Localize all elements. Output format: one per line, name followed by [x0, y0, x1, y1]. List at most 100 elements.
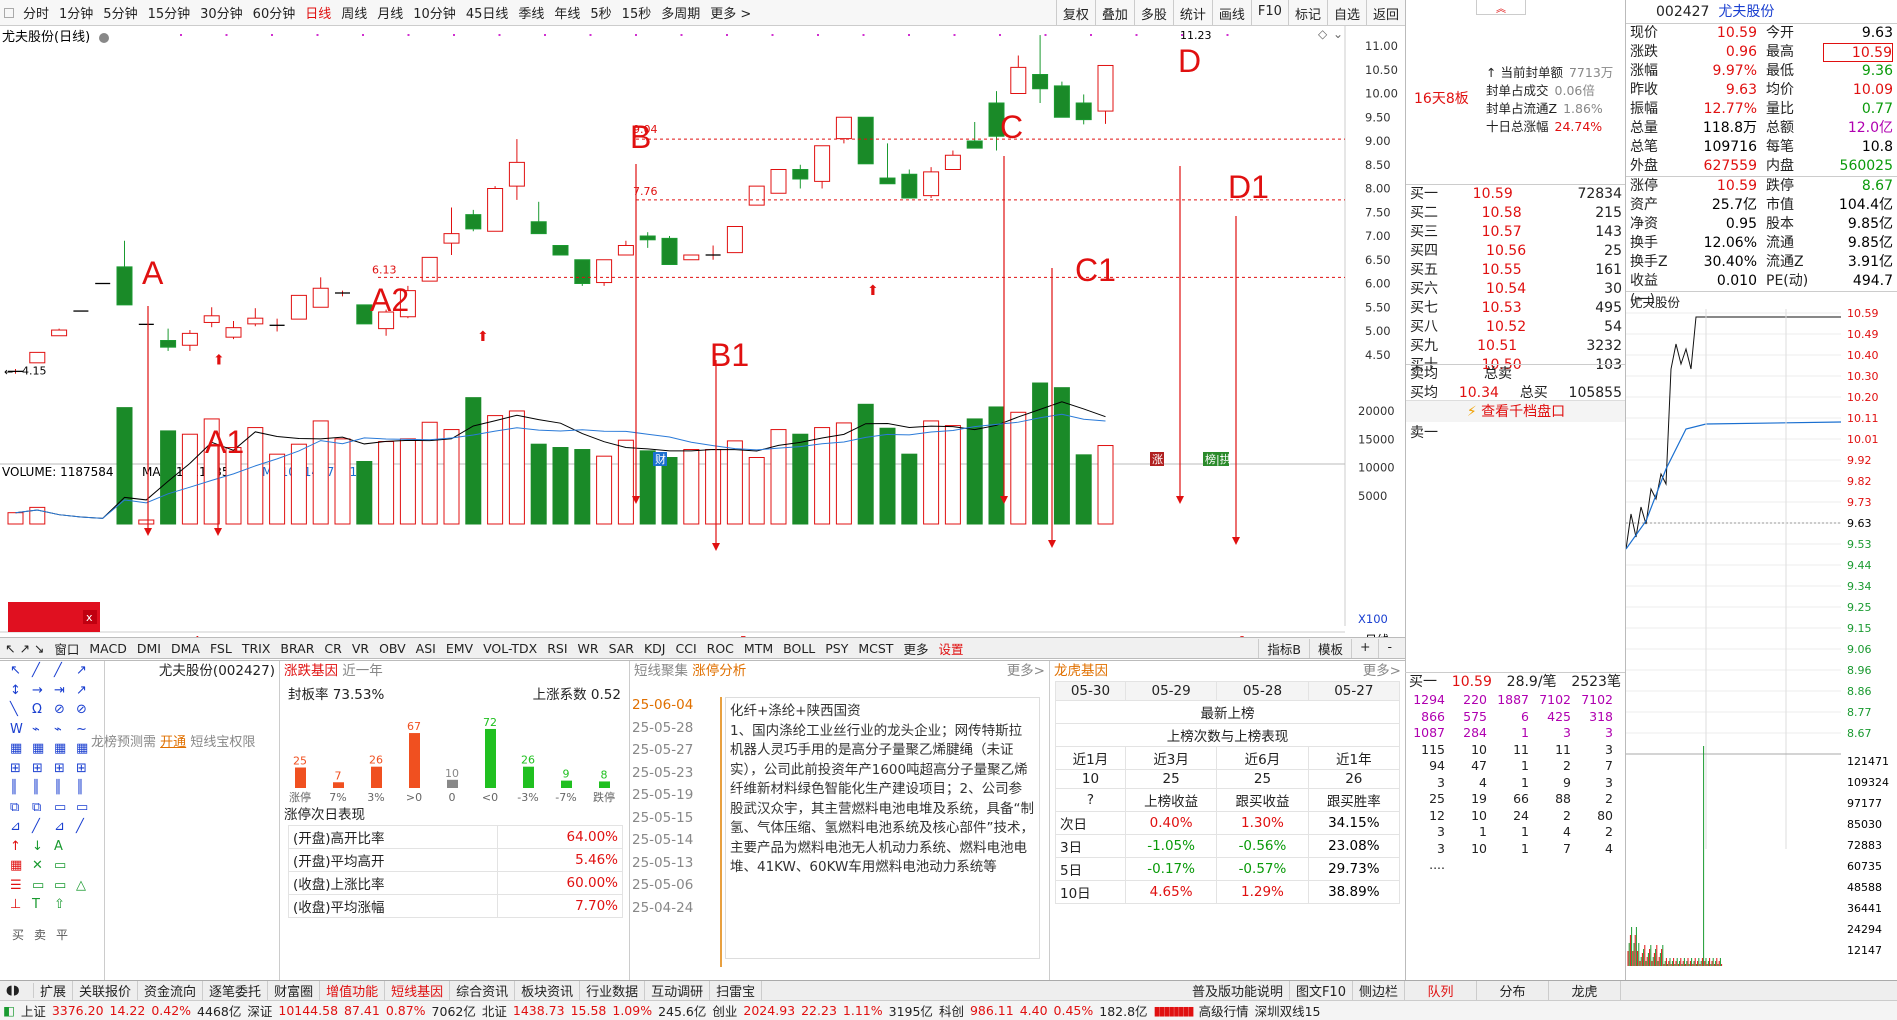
- period-3[interactable]: 15分钟: [143, 3, 196, 22]
- period-10[interactable]: 45日线: [461, 3, 514, 22]
- date-item[interactable]: 25-05-14: [632, 832, 712, 855]
- bottom-right-2[interactable]: 侧边栏: [1353, 981, 1405, 1000]
- ind-right-1[interactable]: 模板: [1308, 638, 1351, 658]
- draw-tool-icon[interactable]: ↕: [10, 683, 21, 698]
- bottom-right2-0[interactable]: 队列: [1405, 981, 1477, 1000]
- draw-tool-icon[interactable]: T: [32, 897, 40, 912]
- draw-tool-icon[interactable]: A: [54, 839, 63, 854]
- ind-tab-2[interactable]: DMI: [132, 641, 166, 656]
- period-9[interactable]: 10分钟: [408, 3, 461, 22]
- lhb-date[interactable]: 05-29: [1124, 681, 1218, 701]
- draw-tool-icon[interactable]: ⊞: [10, 761, 21, 776]
- draw-tool-icon[interactable]: △: [76, 878, 86, 893]
- ind-tab-7[interactable]: CR: [319, 641, 346, 656]
- period-8[interactable]: 月线: [372, 3, 408, 22]
- bottom-tab-9[interactable]: 行业数据: [580, 981, 646, 1000]
- collapse-icon[interactable]: ︽: [1476, 0, 1526, 15]
- tool-6[interactable]: 标记: [1287, 0, 1327, 26]
- draw-tool-icon[interactable]: ⊞: [76, 761, 87, 776]
- status-tail-0[interactable]: 高级行情: [1196, 1001, 1252, 1020]
- bottom-tab-7[interactable]: 综合资讯: [450, 981, 516, 1000]
- bottom-tab-0[interactable]: 扩展: [34, 981, 74, 1000]
- ind-tab-11[interactable]: EMV: [441, 641, 478, 656]
- bottom-right2-1[interactable]: 分布: [1477, 981, 1549, 1000]
- draw-tool-icon[interactable]: ⊞: [32, 761, 43, 776]
- draw-tool-icon[interactable]: ⊘: [54, 702, 65, 717]
- bottom-right-1[interactable]: 图文F10: [1290, 981, 1353, 1000]
- period-6[interactable]: 日线: [300, 3, 336, 22]
- tab-short-cluster[interactable]: 短线聚集: [634, 663, 688, 679]
- draw-tool-icon[interactable]: ▭: [76, 800, 88, 815]
- bottom-tab-2[interactable]: 资金流向: [138, 981, 204, 1000]
- draw-tool-icon[interactable]: ⊿: [54, 819, 65, 834]
- draw-tool-icon[interactable]: ╱: [54, 663, 62, 678]
- buy-level[interactable]: 买八 10.52 54: [1406, 318, 1626, 337]
- draw-tool-icon[interactable]: ⇧: [54, 897, 65, 912]
- ind-tab-18[interactable]: ROC: [702, 641, 739, 656]
- draw-tool-icon[interactable]: ║: [10, 780, 18, 795]
- bottom-tab-11[interactable]: 扫雷宝: [710, 981, 763, 1000]
- ind-tab-6[interactable]: BRAR: [275, 641, 319, 656]
- settings-icon[interactable]: [99, 33, 109, 43]
- ind-tab-21[interactable]: PSY: [820, 641, 853, 656]
- draw-tool-icon[interactable]: ▭: [32, 878, 44, 893]
- ind-tab-9[interactable]: OBV: [374, 641, 411, 656]
- tab-zt-gene[interactable]: 涨跌基因: [284, 663, 338, 679]
- date-item[interactable]: 25-04-24: [632, 900, 712, 923]
- draw-tool-icon[interactable]: ⌁: [32, 722, 40, 737]
- bottom-tab-10[interactable]: 互动调研: [645, 981, 711, 1000]
- tool-0[interactable]: 复权: [1055, 0, 1095, 26]
- toggle-icon[interactable]: ◖◗: [0, 983, 34, 998]
- draw-tool-icon[interactable]: ▦: [32, 741, 44, 756]
- draw-tool-icon[interactable]: ⊿: [10, 819, 21, 834]
- ind-tab-13[interactable]: RSI: [542, 641, 572, 656]
- ind-tab-10[interactable]: ASI: [411, 641, 441, 656]
- draw-tool-icon[interactable]: ⊞: [54, 761, 65, 776]
- draw-tool-icon[interactable]: ~: [76, 722, 87, 737]
- ind-tab-24[interactable]: 设置: [933, 639, 968, 658]
- draw-tool-icon[interactable]: ⌁: [54, 722, 62, 737]
- bottom-right-0[interactable]: 普及版功能说明: [1186, 981, 1290, 1000]
- ind-tab-14[interactable]: WR: [573, 641, 604, 656]
- bottom-tab-8[interactable]: 板块资讯: [515, 981, 581, 1000]
- draw-tool-icon[interactable]: W: [10, 722, 23, 737]
- draw-tool-icon[interactable]: ║: [32, 780, 40, 795]
- ind-tab-17[interactable]: CCI: [670, 641, 701, 656]
- draw-tool-icon[interactable]: ╲: [10, 702, 18, 717]
- date-item[interactable]: 25-05-15: [632, 810, 712, 833]
- draw-tool-icon[interactable]: Ω: [32, 702, 42, 717]
- ind-right-3[interactable]: -: [1378, 638, 1400, 658]
- ind-tab-22[interactable]: MCST: [853, 641, 898, 656]
- ind-tab-0[interactable]: 窗口: [49, 639, 84, 658]
- draw-tool-icon[interactable]: ⊥: [10, 897, 21, 912]
- lhb-date[interactable]: 05-27: [1307, 681, 1401, 701]
- lhb-date[interactable]: 05-28: [1216, 681, 1309, 701]
- ind-tab-12[interactable]: VOL-TDX: [478, 641, 542, 656]
- draw-tool-icon[interactable]: →: [32, 683, 43, 698]
- tool-5[interactable]: F10: [1250, 0, 1288, 26]
- period-5[interactable]: 60分钟: [248, 3, 301, 22]
- ind-tab-19[interactable]: MTM: [739, 641, 778, 656]
- tool-7[interactable]: 自选: [1326, 0, 1366, 26]
- period-15[interactable]: 多周期: [656, 3, 705, 22]
- draw-tool-icon[interactable]: ▭: [54, 800, 66, 815]
- ind-tab-1[interactable]: MACD: [84, 641, 131, 656]
- close-icon[interactable]: x: [86, 611, 93, 624]
- open-link[interactable]: 开通: [160, 735, 186, 750]
- ind-right-0[interactable]: 指标B: [1258, 638, 1309, 658]
- tool-2[interactable]: 多股: [1133, 0, 1173, 26]
- more-link[interactable]: 更多>: [1007, 661, 1045, 681]
- draw-tool-icon[interactable]: ⧉: [10, 800, 19, 815]
- draw-tool-icon[interactable]: ▭: [54, 878, 66, 893]
- tool-1[interactable]: 叠加: [1094, 0, 1134, 26]
- draw-tool-icon[interactable]: ▭: [54, 858, 66, 873]
- date-item[interactable]: 25-06-04: [632, 697, 712, 720]
- draw-tool-icon[interactable]: ▦: [54, 741, 66, 756]
- draw-tool-icon[interactable]: ▦: [10, 741, 22, 756]
- period-11[interactable]: 季线: [513, 3, 549, 22]
- buy-level[interactable]: 买四 10.56 25: [1406, 242, 1626, 261]
- bottom-tab-6[interactable]: 短线基因: [385, 981, 451, 1000]
- draw-tool-icon[interactable]: ▦: [10, 858, 22, 873]
- draw-tool-icon[interactable]: ║: [54, 780, 62, 795]
- buy-level[interactable]: 买五 10.55 161: [1406, 261, 1626, 280]
